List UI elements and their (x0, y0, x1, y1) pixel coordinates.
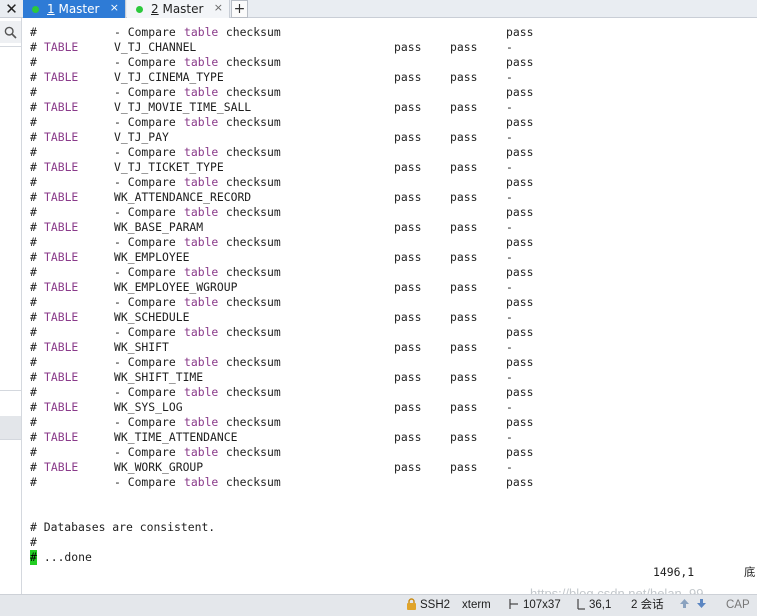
table-name: WK_SHIFT_TIME (114, 370, 204, 384)
table-name: WK_SYS_LOG (114, 400, 183, 414)
close-pane-icon[interactable]: ✕ (0, 0, 23, 18)
tab-close-icon[interactable]: × (214, 1, 223, 14)
tab-strip: ✕ 1 Master × 2 Master × + (0, 0, 757, 18)
table-name: WK_EMPLOYEE (114, 250, 190, 264)
table-name: V_TJ_CINEMA_TYPE (114, 70, 224, 84)
cursor-position-label: 36,1 (589, 599, 612, 611)
tab-label: Master (162, 2, 204, 16)
cursor-position-icon (576, 595, 586, 616)
connected-status-dot-icon (32, 5, 39, 13)
terminal-cursor: # (30, 550, 37, 565)
table-name: WK_TIME_ATTENDANCE (114, 430, 238, 444)
vim-position-line: 1496,1 底 (22, 565, 755, 580)
tab-label: Master (58, 2, 100, 16)
lock-icon (406, 595, 417, 616)
resize-icon (509, 595, 519, 616)
table-name: V_TJ_TICKET_TYPE (114, 160, 224, 174)
terminal-line: # ...done (30, 550, 92, 565)
cursor-position: 1496,1 (653, 565, 695, 579)
table-name: V_TJ_MOVIE_TIME_SALL (114, 100, 252, 114)
connected-status-dot-icon (136, 5, 143, 13)
add-tab-button[interactable]: + (231, 0, 248, 18)
position-indicator: 底 (744, 565, 756, 579)
search-icon (4, 26, 17, 39)
table-name: WK_BASE_PARAM (114, 220, 204, 234)
protocol-label: SSH2 (420, 599, 451, 611)
table-name: WK_WORK_GROUP (114, 460, 204, 474)
table-name: V_TJ_CHANNEL (114, 40, 197, 54)
pane-divider (0, 439, 21, 440)
arrow-down-icon[interactable] (696, 595, 707, 616)
table-name: WK_SHIFT (114, 340, 169, 354)
table-name: V_TJ_PAY (114, 130, 169, 144)
table-name: WK_EMPLOYEE_WGROUP (114, 280, 238, 294)
session-count-label: 2 会话 (631, 599, 664, 611)
terminal-output[interactable]: # - Compare table checksum pass # TABLE V_… (22, 18, 757, 594)
session-manager-pane (0, 18, 22, 594)
tab-master-2[interactable]: 2 Master × (127, 0, 230, 18)
terminal-type-label: xterm (462, 599, 491, 611)
terminal-line: # (30, 535, 37, 549)
pane-divider (0, 46, 21, 47)
caps-lock-indicator: CAP (726, 599, 750, 611)
terminal-line: # Databases are consistent. (30, 520, 216, 534)
status-bar: SSH2 xterm 107x37 36,1 2 会话 CAP (0, 594, 757, 616)
search-button[interactable] (0, 21, 21, 43)
tab-close-icon[interactable]: × (110, 1, 119, 14)
session-list-item[interactable] (0, 416, 21, 439)
arrow-up-icon[interactable] (679, 595, 690, 616)
table-name: WK_SCHEDULE (114, 310, 190, 324)
terminal-size-label: 107x37 (523, 599, 561, 611)
terminal-line: # - Compare table checksum pass (30, 25, 534, 39)
tab-number: 1 (47, 2, 55, 16)
tab-number: 2 (151, 2, 159, 16)
pane-divider (0, 390, 21, 391)
table-name: WK_ATTENDANCE_RECORD (114, 190, 252, 204)
tab-master-1[interactable]: 1 Master × (23, 0, 126, 18)
